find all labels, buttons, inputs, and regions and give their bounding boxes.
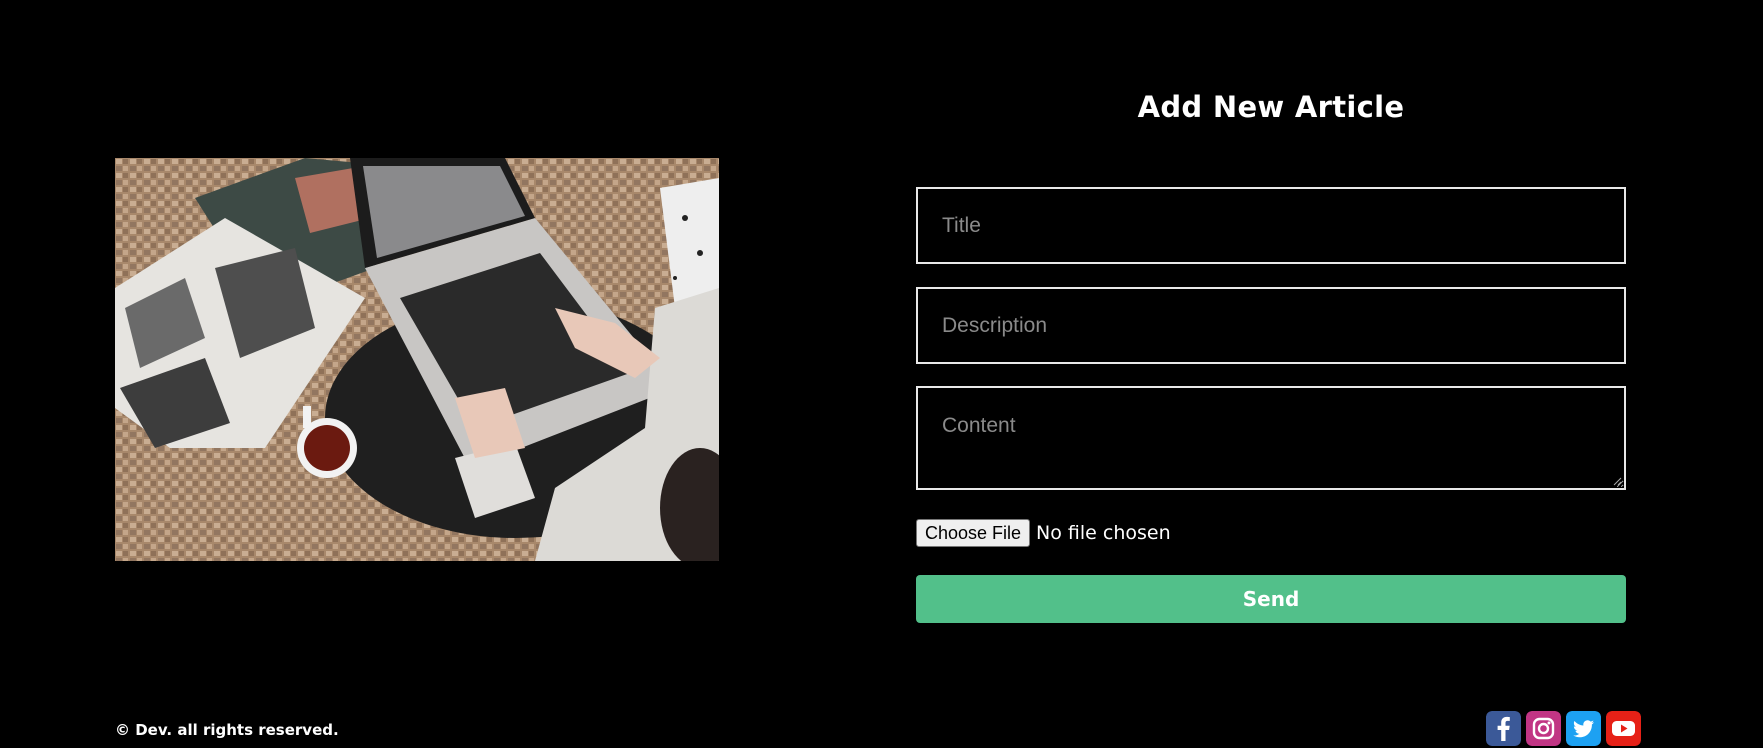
facebook-link[interactable] <box>1486 711 1521 746</box>
article-hero-image <box>115 158 719 561</box>
file-upload: Choose File No file chosen <box>916 518 1171 548</box>
instagram-icon <box>1526 711 1561 746</box>
youtube-link[interactable] <box>1606 711 1641 746</box>
form-heading: Add New Article <box>1137 90 1405 124</box>
add-article-form: Add New Article Choose File No file chos… <box>916 0 1626 640</box>
content-textarea[interactable] <box>916 386 1626 490</box>
file-status-text: No file chosen <box>1036 522 1171 544</box>
twitter-icon <box>1566 711 1601 746</box>
instagram-link[interactable] <box>1526 711 1561 746</box>
description-input[interactable] <box>916 287 1626 364</box>
copyright-text: © Dev. all rights reserved. <box>115 721 339 739</box>
facebook-icon <box>1486 711 1521 746</box>
send-button[interactable]: Send <box>916 575 1626 623</box>
choose-file-button[interactable]: Choose File <box>916 519 1031 547</box>
laptop-reading-photo <box>115 158 719 561</box>
youtube-icon <box>1606 711 1641 746</box>
social-links <box>1486 711 1641 746</box>
title-input[interactable] <box>916 187 1626 264</box>
twitter-link[interactable] <box>1566 711 1601 746</box>
